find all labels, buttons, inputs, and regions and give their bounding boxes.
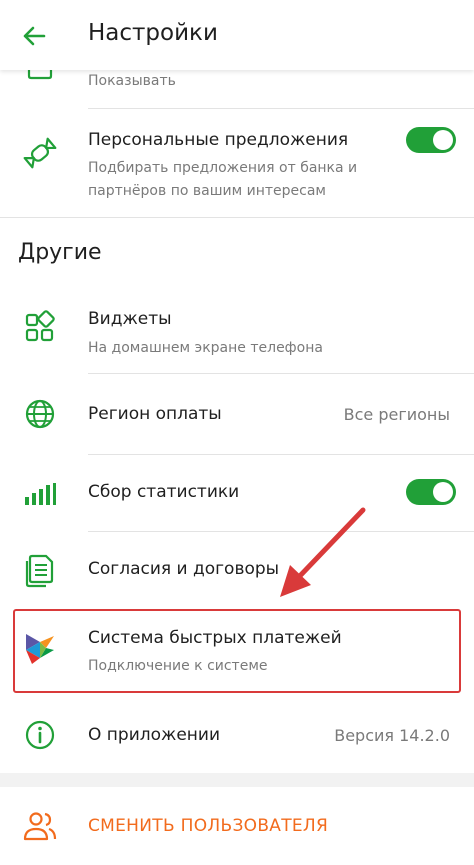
widgets-title: Виджеты [88,309,172,329]
highlight-frame [13,609,461,693]
widgets-row[interactable]: Виджеты На домашнем экране телефона [0,290,474,372]
partial-row-subtitle: Показывать [88,73,176,89]
personal-offers-subtitle-1: Подбирать предложения от банка и [88,160,358,176]
statistics-title: Сбор статистики [88,482,240,502]
info-icon [22,717,58,753]
users-icon [22,809,58,845]
personal-offers-title: Персональные предложения [88,130,349,150]
app-bar: Настройки [0,0,474,70]
payment-region-title: Регион оплаты [88,404,222,424]
widgets-grid-icon [22,310,58,346]
personal-offers-toggle[interactable] [406,127,456,153]
payment-region-row[interactable]: Регион оплаты Все регионы [0,374,474,454]
switch-user-button[interactable]: СМЕНИТЬ ПОЛЬЗОВАТЕЛЯ [88,816,328,836]
section-title-other: Другие [18,240,102,265]
personal-offers-subtitle-2: партнёров по вашим интересам [88,183,326,199]
arrow-left-icon [23,26,46,46]
app-version: Версия 14.2.0 [334,726,450,745]
toggle-knob [433,482,453,502]
back-button[interactable] [16,18,52,54]
statistics-toggle[interactable] [406,479,456,505]
personal-offers-row[interactable]: Персональные предложения Подбирать предл… [0,109,474,217]
documents-icon [22,552,58,588]
consents-title: Согласия и договоры [88,559,280,579]
page-title: Настройки [88,20,218,46]
section-divider [0,217,474,218]
about-app-row[interactable]: О приложении Версия 14.2.0 [0,695,474,773]
payment-region-value: Все регионы [343,405,450,424]
toggle-knob [433,130,453,150]
section-separator [0,773,474,787]
about-app-title: О приложении [88,725,220,745]
consents-row[interactable]: Согласия и договоры [0,532,474,608]
widgets-subtitle: На домашнем экране телефона [88,340,323,356]
statistics-row[interactable]: Сбор статистики [0,455,474,531]
globe-icon [22,396,58,432]
candy-icon [22,135,58,171]
bar-chart-icon [22,475,58,511]
